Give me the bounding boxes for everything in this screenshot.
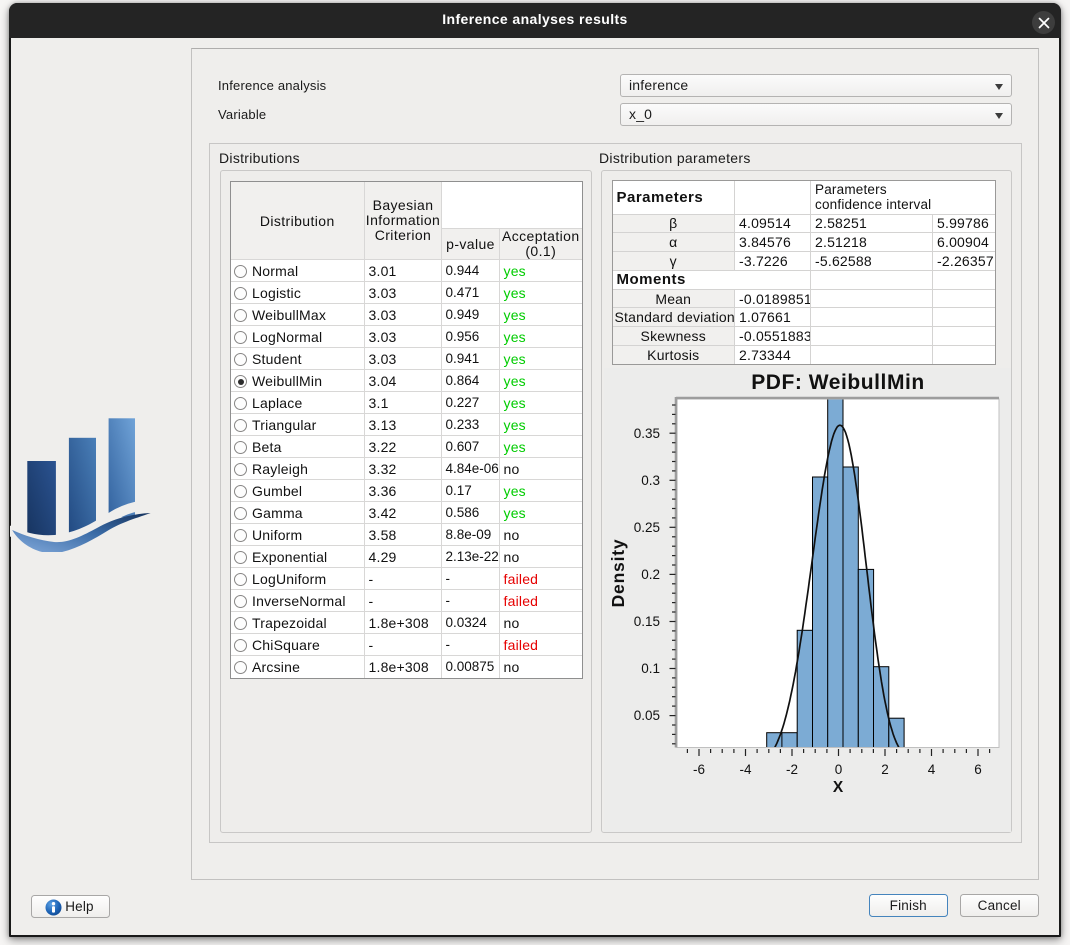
svg-text:-6: -6: [693, 762, 705, 777]
svg-text:0.2: 0.2: [641, 567, 660, 582]
svg-text:2: 2: [881, 762, 889, 777]
svg-text:0.05: 0.05: [634, 708, 660, 723]
svg-text:Density: Density: [608, 539, 628, 608]
svg-text:0.3: 0.3: [641, 473, 660, 488]
svg-text:6: 6: [974, 762, 982, 777]
svg-text:0.35: 0.35: [634, 426, 660, 441]
svg-text:4: 4: [928, 762, 936, 777]
svg-text:0.25: 0.25: [634, 520, 660, 535]
svg-text:PDF: WeibullMin: PDF: WeibullMin: [751, 371, 925, 394]
svg-text:0: 0: [835, 762, 843, 777]
svg-text:0.15: 0.15: [634, 614, 660, 629]
svg-text:X: X: [833, 779, 844, 796]
svg-text:0.1: 0.1: [641, 661, 660, 676]
svg-text:-2: -2: [786, 762, 798, 777]
svg-text:-4: -4: [739, 762, 751, 777]
